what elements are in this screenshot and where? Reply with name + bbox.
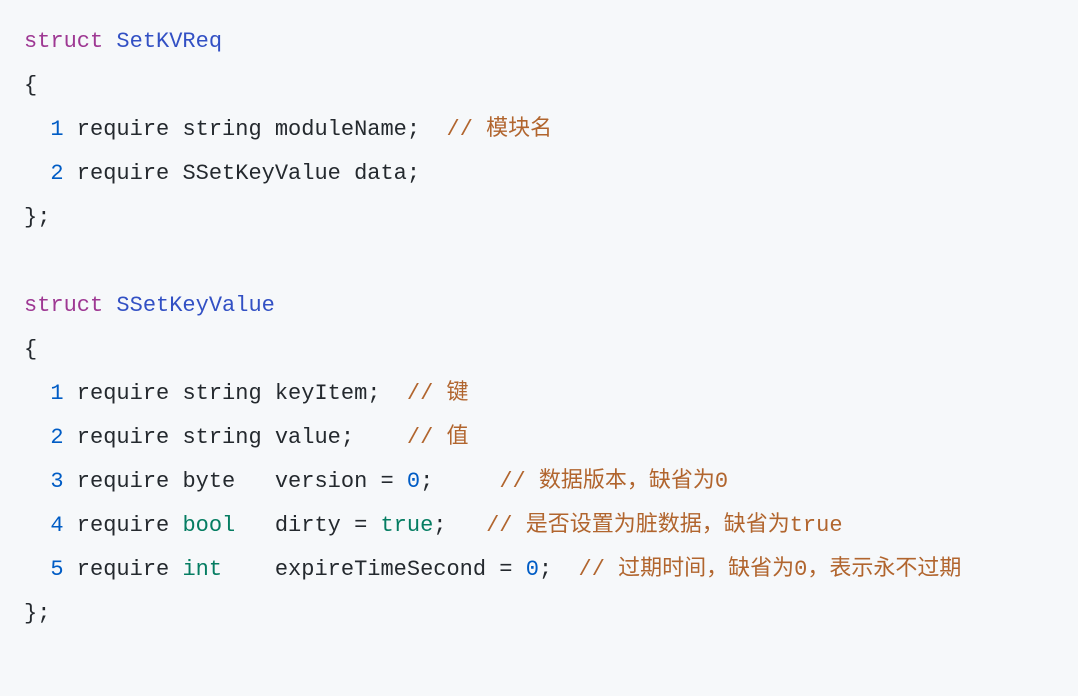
comment: // 数据版本，缺省为0 xyxy=(499,469,728,494)
open-brace: { xyxy=(24,337,37,362)
field-rest: data; xyxy=(341,161,420,186)
struct-name: SetKVReq xyxy=(116,29,222,54)
struct-name: SSetKeyValue xyxy=(116,293,274,318)
field-rest: version = xyxy=(235,469,407,494)
comment: // 模块名 xyxy=(447,117,553,142)
keyword-struct: struct xyxy=(24,293,103,318)
space xyxy=(103,29,116,54)
field-rest: moduleName; xyxy=(262,117,447,142)
comment: // 值 xyxy=(407,425,469,450)
field-num: 2 xyxy=(50,425,63,450)
require-kw: require xyxy=(64,161,183,186)
open-brace: { xyxy=(24,73,37,98)
field-rest: ; xyxy=(539,557,579,582)
field-type: string xyxy=(182,117,261,142)
field-rest: ; xyxy=(433,513,486,538)
field-rest: keyItem; xyxy=(262,381,407,406)
require-kw: require xyxy=(64,513,183,538)
field-rest: dirty = xyxy=(235,513,380,538)
comment: // 是否设置为脏数据，缺省为true xyxy=(486,513,842,538)
field-rest: expireTimeSecond = xyxy=(222,557,526,582)
field-type-builtin: int xyxy=(182,557,222,582)
require-kw: require xyxy=(64,557,183,582)
code-block: struct SetKVReq { 1 require string modul… xyxy=(24,20,1054,636)
field-type: byte xyxy=(182,469,235,494)
field-type: SSetKeyValue xyxy=(182,161,340,186)
require-kw: require xyxy=(64,117,183,142)
indent xyxy=(24,161,50,186)
indent xyxy=(24,513,50,538)
require-kw: require xyxy=(64,381,183,406)
indent xyxy=(24,557,50,582)
field-type: string xyxy=(182,381,261,406)
field-rest: ; xyxy=(420,469,499,494)
field-num: 1 xyxy=(50,117,63,142)
field-val: 0 xyxy=(407,469,420,494)
field-rest: value; xyxy=(262,425,407,450)
field-num: 1 xyxy=(50,381,63,406)
field-val-builtin: true xyxy=(380,513,433,538)
space xyxy=(103,293,116,318)
indent xyxy=(24,381,50,406)
keyword-struct: struct xyxy=(24,29,103,54)
require-kw: require xyxy=(64,425,183,450)
field-num: 4 xyxy=(50,513,63,538)
close-brace: }; xyxy=(24,205,50,230)
field-val: 0 xyxy=(526,557,539,582)
indent xyxy=(24,469,50,494)
indent xyxy=(24,117,50,142)
field-type-builtin: bool xyxy=(182,513,235,538)
comment: // 过期时间，缺省为0，表示永不过期 xyxy=(579,557,962,582)
field-num: 2 xyxy=(50,161,63,186)
field-type: string xyxy=(182,425,261,450)
field-num: 5 xyxy=(50,557,63,582)
close-brace: }; xyxy=(24,601,50,626)
comment: // 键 xyxy=(407,381,469,406)
indent xyxy=(24,425,50,450)
require-kw: require xyxy=(64,469,183,494)
field-num: 3 xyxy=(50,469,63,494)
